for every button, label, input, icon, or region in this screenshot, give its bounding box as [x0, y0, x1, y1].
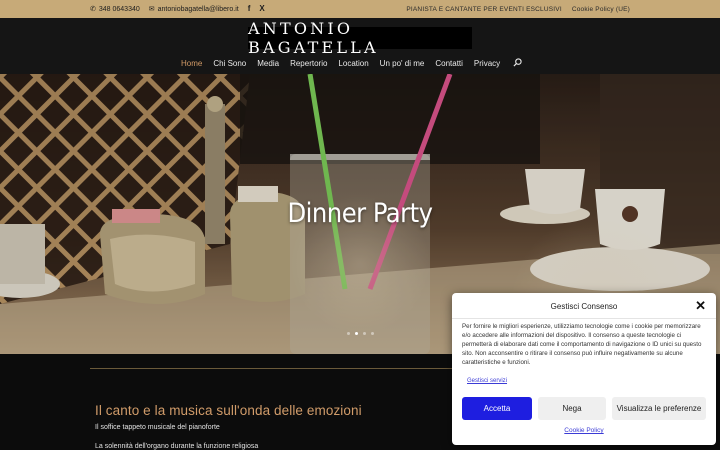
- phone-icon: ✆: [90, 5, 96, 13]
- phone-contact[interactable]: ✆ 348 0643340: [90, 6, 140, 13]
- top-bar-links: PIANISTA E CANTANTE PER EVENTI ESCLUSIVI…: [406, 0, 630, 18]
- email-contact[interactable]: ✉ antoniobagatella@libero.it: [149, 6, 239, 13]
- nav-chi-sono[interactable]: Chi Sono: [213, 59, 246, 68]
- site-logo[interactable]: ANTONIO BAGATELLA: [248, 19, 472, 57]
- deny-button[interactable]: Nega: [538, 397, 606, 420]
- hero-title: Dinner Party: [287, 198, 433, 229]
- slider-dot[interactable]: [347, 332, 350, 335]
- tagline-link[interactable]: PIANISTA E CANTANTE PER EVENTI ESCLUSIVI: [406, 6, 562, 13]
- email-address: antoniobagatella@libero.it: [157, 5, 239, 13]
- cookie-consent-dialog: Gestisci Consenso ✕ Per fornire le migli…: [452, 293, 716, 445]
- search-icon[interactable]: [513, 57, 522, 69]
- contact-info: ✆ 348 0643340 ✉ antoniobagatella@libero.…: [90, 0, 265, 18]
- envelope-icon: ✉: [148, 5, 155, 13]
- divider: [452, 318, 716, 319]
- x-twitter-icon[interactable]: X: [259, 5, 264, 13]
- phone-number: 348 0643340: [98, 5, 140, 13]
- nav-privacy[interactable]: Privacy: [474, 59, 500, 68]
- cookie-policy-link[interactable]: Cookie Policy: [452, 427, 716, 434]
- facebook-icon[interactable]: f: [248, 5, 251, 13]
- close-icon[interactable]: ✕: [695, 299, 706, 312]
- nav-repertorio[interactable]: Repertorio: [290, 59, 327, 68]
- site-header: ANTONIO BAGATELLA Home Chi Sono Media Re…: [0, 18, 720, 74]
- view-preferences-button[interactable]: Visualizza le preferenze: [612, 397, 706, 420]
- nav-location[interactable]: Location: [338, 59, 368, 68]
- consent-title: Gestisci Consenso: [550, 302, 618, 311]
- nav-home[interactable]: Home: [181, 59, 202, 68]
- cookie-policy-top-link[interactable]: Cookie Policy (UE): [572, 6, 630, 13]
- slider-pagination: [347, 332, 374, 335]
- nav-media[interactable]: Media: [257, 59, 279, 68]
- consent-text: Per fornire le migliori esperienze, util…: [462, 323, 702, 367]
- accept-button[interactable]: Accetta: [462, 397, 532, 420]
- slider-dot[interactable]: [363, 332, 366, 335]
- top-bar: ✆ 348 0643340 ✉ antoniobagatella@libero.…: [0, 0, 720, 18]
- manage-services-link[interactable]: Gestisci servizi: [467, 378, 507, 384]
- nav-un-po-di-me[interactable]: Un po' di me: [380, 59, 425, 68]
- intro-line: La solennità dell'organo durante la funz…: [95, 443, 259, 450]
- intro-line: Il soffice tappeto musicale del pianofor…: [95, 424, 220, 431]
- slider-dot-active[interactable]: [355, 332, 358, 335]
- slider-dot[interactable]: [371, 332, 374, 335]
- main-nav: Home Chi Sono Media Repertorio Location …: [181, 56, 522, 70]
- divider: [90, 368, 470, 369]
- nav-contatti[interactable]: Contatti: [435, 59, 463, 68]
- section-heading: Il canto e la musica sull'onda delle emo…: [95, 403, 362, 418]
